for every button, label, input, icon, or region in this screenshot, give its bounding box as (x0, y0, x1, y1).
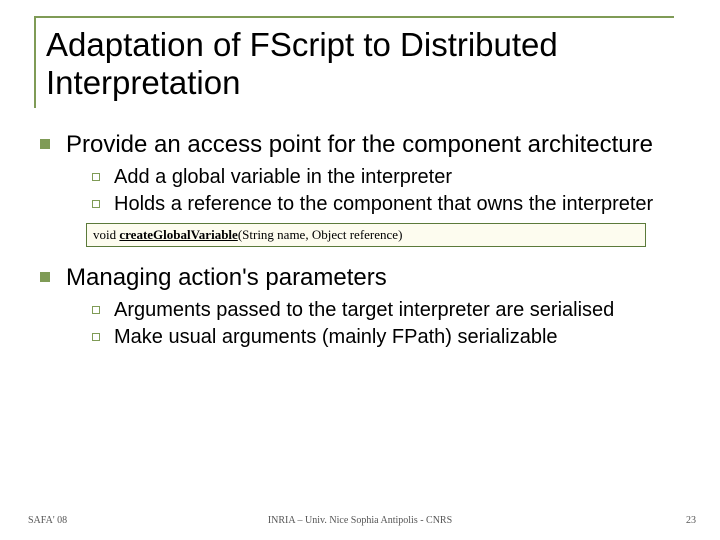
bullet-hollow-square-icon (92, 200, 100, 208)
code-suffix: (String name, Object reference) (238, 227, 403, 242)
bullet-hollow-square-icon (92, 306, 100, 314)
footer-center: INRIA – Univ. Nice Sophia Antipolis - CN… (0, 515, 720, 526)
subbullet-text: Make usual arguments (mainly FPath) seri… (114, 325, 558, 350)
code-prefix: void (93, 227, 119, 242)
bullet-hollow-square-icon (92, 173, 100, 181)
subbullet-text: Add a global variable in the interpreter (114, 165, 452, 190)
bullet-level1: Managing action's parameters (40, 263, 686, 292)
bullet-level2: Make usual arguments (mainly FPath) seri… (92, 325, 666, 350)
slide-title: Adaptation of FScript to Distributed Int… (46, 26, 674, 102)
bullet-square-icon (40, 272, 50, 282)
bullet-text: Managing action's parameters (66, 263, 387, 292)
sublist: Add a global variable in the interpreter… (40, 165, 686, 217)
slide-number: 23 (686, 515, 696, 526)
bullet-square-icon (40, 139, 50, 149)
slide: Adaptation of FScript to Distributed Int… (0, 0, 720, 540)
code-box: void createGlobalVariable(String name, O… (86, 223, 646, 247)
title-frame: Adaptation of FScript to Distributed Int… (34, 16, 674, 108)
code-method: createGlobalVariable (119, 227, 237, 242)
bullet-level2: Add a global variable in the interpreter (92, 165, 666, 190)
subbullet-text: Arguments passed to the target interpret… (114, 298, 614, 323)
bullet-text: Provide an access point for the componen… (66, 130, 653, 159)
bullet-level1: Provide an access point for the componen… (40, 130, 686, 159)
sublist: Arguments passed to the target interpret… (40, 298, 686, 350)
subbullet-text: Holds a reference to the component that … (114, 192, 653, 217)
bullet-level2: Holds a reference to the component that … (92, 192, 666, 217)
bullet-hollow-square-icon (92, 333, 100, 341)
bullet-level2: Arguments passed to the target interpret… (92, 298, 666, 323)
content: Provide an access point for the componen… (34, 130, 686, 351)
